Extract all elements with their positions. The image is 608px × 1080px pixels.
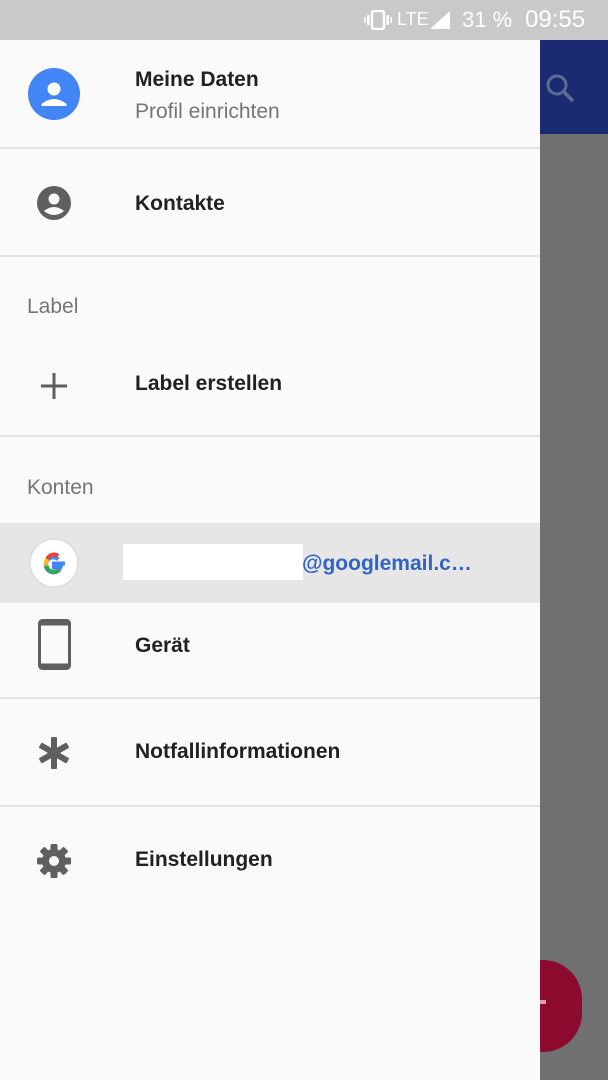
profile-item[interactable]: Meine Daten Profil einrichten <box>0 40 540 148</box>
drawer-item-emergency-info[interactable]: Notfallinformationen <box>0 700 540 804</box>
status-bar: LTE 31 % 09:55 <box>0 0 608 40</box>
labels-section-header: Label <box>27 295 79 318</box>
redacted-email <box>123 544 303 580</box>
create-label-text: Label erstellen <box>135 372 283 395</box>
create-label-item[interactable]: Label erstellen <box>0 340 540 428</box>
search-icon <box>546 74 575 103</box>
network-type: LTE <box>397 9 429 29</box>
navigation-drawer: Meine Daten Profil einrichten Kontakte L… <box>0 40 540 1080</box>
accounts-section-header: Konten <box>27 476 94 499</box>
battery-level: 31 % <box>462 7 513 32</box>
drawer-item-settings[interactable]: Einstellungen <box>0 808 540 912</box>
drawer-item-device[interactable]: Gerät <box>0 605 540 697</box>
gear-icon <box>37 844 71 878</box>
divider <box>0 435 540 437</box>
avatar-icon <box>28 68 80 120</box>
phone-icon <box>38 619 71 670</box>
asterisk-icon <box>39 737 69 769</box>
divider <box>0 805 540 807</box>
divider <box>0 697 540 699</box>
account-item-google[interactable]: @googlemail.c… <box>0 523 540 603</box>
drawer-item-contacts[interactable]: Kontakte <box>0 150 540 254</box>
google-icon <box>29 538 79 588</box>
emergency-info-label: Notfallinformationen <box>135 740 341 763</box>
clock: 09:55 <box>525 6 586 33</box>
account-email: @googlemail.c… <box>302 552 472 575</box>
profile-title: Meine Daten <box>135 68 259 91</box>
plus-icon <box>41 373 67 399</box>
profile-subtitle: Profil einrichten <box>135 100 280 123</box>
settings-label: Einstellungen <box>135 848 273 871</box>
device-label: Gerät <box>135 634 190 657</box>
divider <box>0 255 540 257</box>
signal-icon <box>430 11 450 29</box>
vibrate-icon <box>364 10 392 30</box>
contacts-label: Kontakte <box>135 192 225 215</box>
divider <box>0 147 540 149</box>
account-circle-icon <box>37 186 71 220</box>
